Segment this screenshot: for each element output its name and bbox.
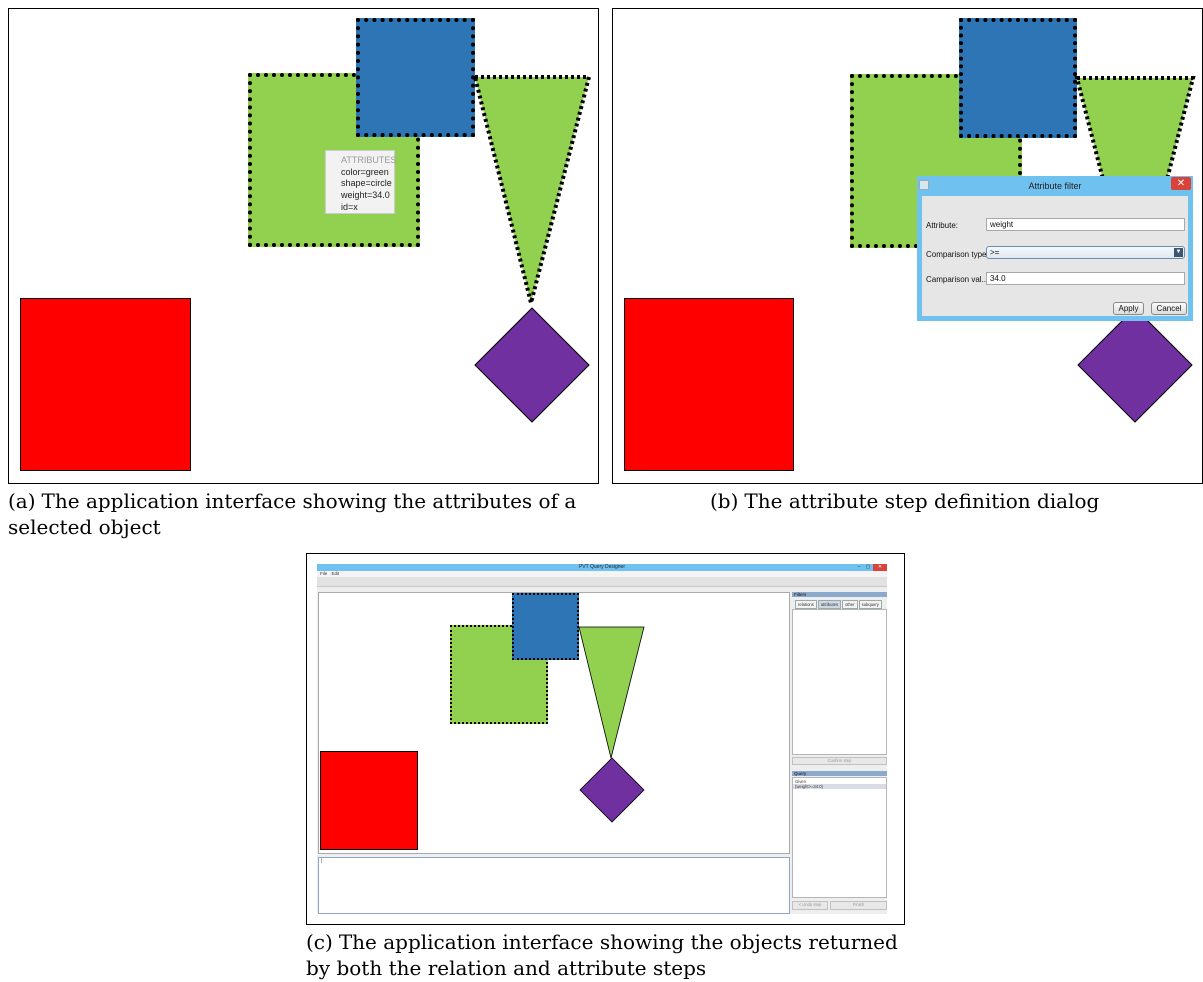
window-title: PVT Query Designer — [578, 564, 626, 570]
caption-b: (b) The attribute step definition dialog — [710, 488, 1099, 514]
tooltip-line: color=green — [341, 166, 389, 177]
red-square[interactable] — [20, 298, 191, 471]
dialog-title: Attribute filter — [1028, 181, 1082, 191]
red-square[interactable] — [320, 751, 418, 850]
caption-b-text: The attribute step definition dialog — [744, 489, 1100, 513]
maximize-icon[interactable]: ▢ — [864, 564, 872, 571]
console-area[interactable]: | — [318, 857, 790, 914]
caption-a-label: (a) — [8, 489, 36, 513]
purple-diamond[interactable] — [1077, 307, 1193, 423]
tooltip-line: shape=circle — [341, 178, 392, 189]
comparison-value-label: Camparison val... — [926, 275, 989, 284]
tab-subquery[interactable]: subquery — [858, 600, 882, 609]
caption-c-label: (c) — [306, 930, 333, 954]
tab-relations[interactable]: relations — [795, 600, 817, 609]
tab-other[interactable]: other — [842, 600, 858, 609]
caption-a: (a) The application interface showing the… — [8, 488, 603, 540]
close-icon[interactable]: ✕ — [1171, 177, 1191, 190]
console-prompt: | — [321, 858, 323, 864]
tab-attributes[interactable]: attributes — [817, 600, 842, 609]
caption-b-label: (b) — [710, 489, 739, 513]
window-titlebar[interactable]: PVT Query Designer — [317, 564, 887, 571]
dropdown-arrow-icon[interactable]: ▼ — [1174, 248, 1183, 257]
red-square[interactable] — [624, 298, 794, 471]
caption-c: (c) The application interface showing the… — [306, 929, 916, 981]
menu-file[interactable]: File — [320, 571, 327, 576]
blue-square-selected[interactable] — [959, 18, 1077, 138]
pvt-query-designer-window: PVT Query Designer – ▢ ✕ File Edit | Fil — [317, 564, 887, 914]
caption-a-text-line1: The application interface showing the at… — [41, 489, 577, 513]
close-icon[interactable]: ✕ — [873, 564, 887, 571]
undo-step-button[interactable]: < Undo step — [792, 901, 828, 910]
query-row[interactable]: (weight>=34.0) — [793, 784, 886, 789]
menu-edit[interactable]: Edit — [332, 571, 340, 576]
toolbar — [317, 577, 887, 587]
query-header: Query — [792, 771, 887, 776]
confirm-step-button[interactable]: Confirm step — [792, 757, 887, 765]
comparison-type-select[interactable]: >= ▼ — [986, 246, 1185, 259]
panel-a-canvas: ATTRIBUTES color=green shape=circle weig… — [8, 8, 599, 484]
scene-canvas[interactable] — [318, 592, 790, 854]
cancel-button[interactable]: Cancel — [1151, 302, 1187, 315]
panel-b-canvas: Attribute filter ✕ Attribute: weight Com… — [612, 8, 1203, 484]
query-list: Given (weight>=34.0) — [792, 777, 887, 898]
purple-diamond[interactable] — [579, 757, 645, 823]
dialog-titlebar[interactable]: Attribute filter ✕ — [917, 176, 1193, 196]
filters-header: Filters — [792, 592, 887, 597]
green-triangle-selected[interactable] — [472, 75, 592, 305]
blue-square-selected[interactable] — [356, 18, 475, 137]
minimize-icon[interactable]: – — [855, 564, 863, 571]
caption-c-text-line1: The application interface showing the ob… — [338, 930, 898, 954]
blue-square-selected[interactable] — [512, 593, 579, 660]
tooltip-heading: ATTRIBUTES — [341, 155, 397, 165]
comparison-type-label: Comparison type: — [926, 250, 989, 259]
tooltip-line: weight=34.0 — [341, 190, 390, 201]
finish-button[interactable]: Finish — [830, 901, 887, 910]
tooltip-line: id=x — [341, 201, 358, 212]
attribute-filter-dialog: Attribute filter ✕ Attribute: weight Com… — [917, 176, 1193, 321]
filter-panel — [792, 609, 887, 755]
comparison-type-value: >= — [990, 248, 1000, 257]
purple-diamond[interactable] — [474, 307, 590, 423]
green-triangle[interactable] — [578, 626, 645, 759]
caption-c-text-line2: by both the relation and attribute steps — [306, 956, 707, 980]
attribute-input[interactable]: weight — [986, 218, 1185, 231]
attribute-label: Attribute: — [926, 221, 959, 230]
panel-c-frame: PVT Query Designer – ▢ ✕ File Edit | Fil — [306, 553, 905, 925]
filter-tabs: relations attributes other subquery — [795, 600, 882, 609]
attributes-tooltip: ATTRIBUTES color=green shape=circle weig… — [325, 150, 397, 214]
apply-button[interactable]: Apply — [1113, 302, 1144, 315]
caption-a-text-line2: selected object — [8, 515, 161, 539]
comparison-value-input[interactable]: 34.0 — [986, 272, 1185, 285]
